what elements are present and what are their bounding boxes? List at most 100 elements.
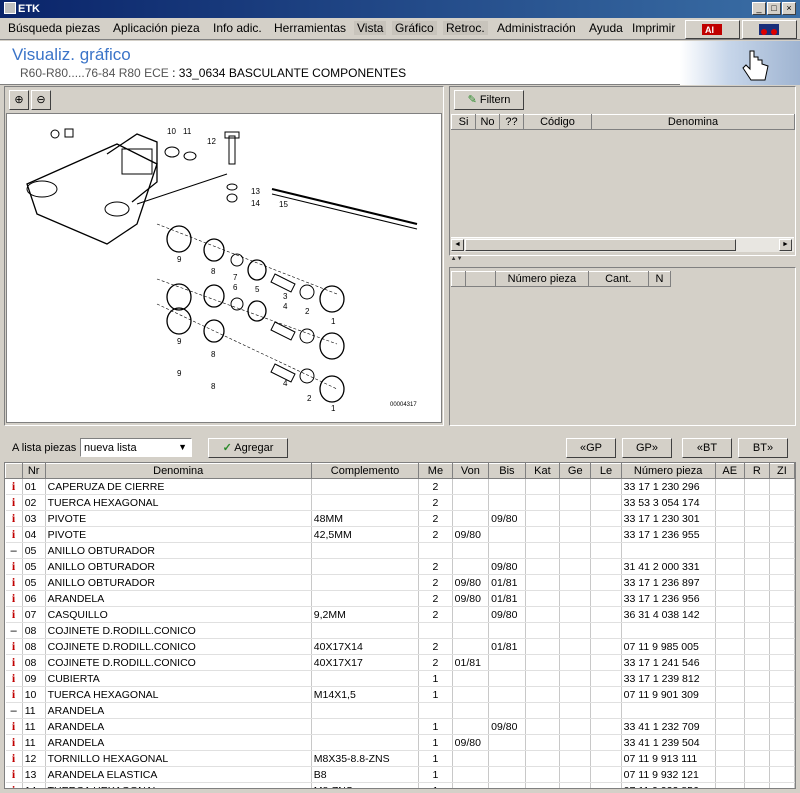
info-icon[interactable]: i xyxy=(5,510,23,527)
col-von[interactable]: Von xyxy=(451,463,490,479)
filter-button[interactable]: ✎ Filtern xyxy=(454,90,524,110)
col-no[interactable]: No xyxy=(475,114,500,130)
table-row[interactable]: i 11 ARANDELA 1 09/80 33 41 1 239 504 xyxy=(5,734,795,751)
list-select[interactable]: nueva lista ▼ xyxy=(80,438,192,457)
info-icon[interactable]: i xyxy=(5,494,23,511)
info-icon[interactable]: i xyxy=(5,574,23,591)
col-kat[interactable]: Kat xyxy=(524,463,561,479)
info-icon[interactable]: i xyxy=(5,526,23,543)
menu-busqueda-piezas[interactable]: Búsqueda piezas xyxy=(5,21,103,35)
table-row[interactable]: –11 ARANDELA xyxy=(5,702,795,719)
col-qq[interactable]: ?? xyxy=(499,114,524,130)
table-row[interactable]: i 04 PIVOTE 42,5MM 2 09/80 33 17 1 236 955 xyxy=(5,526,795,543)
maximize-button[interactable]: □ xyxy=(767,2,781,15)
col-cant[interactable]: Cant. xyxy=(587,271,649,287)
table-row[interactable]: i 10 TUERCA HEXAGONAL M14X1,5 1 07 11 9 901 3… xyxy=(5,686,795,703)
menu-vista[interactable]: Vista xyxy=(354,21,387,35)
minimize-button[interactable]: _ xyxy=(752,2,766,15)
zoom-out-button[interactable]: ⊖ xyxy=(31,90,51,110)
collapse-icon[interactable]: – xyxy=(5,622,23,639)
info-icon[interactable]: i xyxy=(5,558,23,575)
logo-button-moto[interactable] xyxy=(742,20,797,39)
scroll-right-icon[interactable]: ► xyxy=(779,239,792,251)
table-row[interactable]: i 11 ARANDELA 1 09/80 33 41 1 232 709 xyxy=(5,718,795,735)
col-complemento[interactable]: Complemento xyxy=(310,463,420,479)
table-row[interactable]: –08 COJINETE D.RODILL.CONICO xyxy=(5,622,795,639)
horizontal-splitter[interactable]: ▲▼ xyxy=(449,256,796,267)
col-n[interactable]: N xyxy=(647,271,672,287)
menu-imprimir[interactable]: Imprimir xyxy=(629,21,678,35)
table-row[interactable]: i 09 CUBIERTA 1 33 17 1 239 812 xyxy=(5,670,795,687)
table-row[interactable]: i 13 ARANDELA ELASTICA B8 1 07 11 9 932 121 xyxy=(5,766,795,783)
col-me[interactable]: Me xyxy=(418,463,453,479)
collapse-icon[interactable]: – xyxy=(5,702,23,719)
col-ae[interactable]: AE xyxy=(714,463,745,479)
col-denomina[interactable]: Denomina xyxy=(44,463,312,479)
col-ge[interactable]: Ge xyxy=(559,463,592,479)
collapse-icon[interactable]: – xyxy=(5,542,23,559)
col-codigo[interactable]: Código xyxy=(523,114,592,130)
info-icon[interactable]: i xyxy=(5,718,23,735)
table-row[interactable]: i 05 ANILLO OBTURADOR 2 09/80 01/81 33 17 1 23… xyxy=(5,574,795,591)
col-bis[interactable]: Bis xyxy=(488,463,526,479)
table-row[interactable]: i 03 PIVOTE 48MM 2 09/80 33 17 1 230 301 xyxy=(5,510,795,527)
main-horizontal-splitter[interactable] xyxy=(4,426,796,434)
info-icon[interactable]: i xyxy=(5,670,23,687)
col-r[interactable]: R xyxy=(743,463,770,479)
close-window-button[interactable]: × xyxy=(782,2,796,15)
exploded-diagram[interactable]: 10 11 12 13 14 15 9 8 7 6 5 3 4 2 1 9 8 … xyxy=(6,113,442,423)
callout-label: 8 xyxy=(211,267,216,276)
info-icon[interactable]: i xyxy=(5,606,23,623)
table-row[interactable]: i14TUERCA HEXAGONALM8-ZNS1 07 11 9 922 85… xyxy=(5,782,795,788)
add-button[interactable]: ✓ Agregar xyxy=(208,438,288,458)
cell-den: ANILLO OBTURADOR xyxy=(45,558,312,575)
scroll-thumb[interactable] xyxy=(465,239,736,251)
logo-button-ai[interactable]: AI xyxy=(685,20,740,39)
table-row[interactable]: i 08 COJINETE D.RODILL.CONICO 40X17X14 2 01/8… xyxy=(5,638,795,655)
prev-gp-button[interactable]: «GP xyxy=(566,438,616,458)
col-numero-pieza[interactable]: Número pieza xyxy=(495,271,589,287)
menu-info-adic[interactable]: Info adic. xyxy=(210,21,265,35)
info-icon[interactable]: i xyxy=(5,478,23,495)
col-le[interactable]: Le xyxy=(590,463,622,479)
col-nr[interactable]: Nr xyxy=(21,463,46,479)
col-zi[interactable]: ZI xyxy=(768,463,795,479)
col-denomina[interactable]: Denomina xyxy=(591,114,795,130)
scroll-left-icon[interactable]: ◄ xyxy=(451,239,464,251)
col-numero-pieza[interactable]: Número pieza xyxy=(620,463,716,479)
info-icon[interactable]: i xyxy=(5,686,23,703)
table-row[interactable]: i 02 TUERCA HEXAGONAL 2 33 53 3 054 174 xyxy=(5,494,795,511)
menu-aplicacion-pieza[interactable]: Aplicación pieza xyxy=(110,21,203,35)
table-row[interactable]: i 08 COJINETE D.RODILL.CONICO 40X17X17 2 01/8… xyxy=(5,654,795,671)
table-row[interactable]: i 12 TORNILLO HEXAGONAL M8X35-8.8-ZNS 1 07 11… xyxy=(5,750,795,767)
table-row[interactable]: –05 ANILLO OBTURADOR xyxy=(5,542,795,559)
table-row[interactable]: i 07 CASQUILLO 9,2MM 2 09/80 36 31 4 038 142 xyxy=(5,606,795,623)
col-si[interactable]: Si xyxy=(451,114,476,130)
next-bt-button[interactable]: BT» xyxy=(738,438,788,458)
table-row[interactable]: i 06 ARANDELA 2 09/80 01/81 33 17 1 236 956 xyxy=(5,590,795,607)
info-icon[interactable]: i xyxy=(5,590,23,607)
cell-le xyxy=(590,750,622,767)
zoom-in-button[interactable]: ⊕ xyxy=(9,90,29,110)
cell-kat xyxy=(525,558,561,575)
menu-administracion[interactable]: Administración xyxy=(494,21,579,35)
info-icon[interactable]: i xyxy=(5,750,23,767)
menu-grafico[interactable]: Gráfico xyxy=(392,21,437,35)
info-icon[interactable]: i xyxy=(5,734,23,751)
parts-hscrollbar[interactable]: ◄ ► xyxy=(451,237,794,252)
info-icon[interactable]: i xyxy=(5,766,23,783)
menu-herramientas[interactable]: Herramientas xyxy=(271,21,349,35)
group-text: 33_0634 BASCULANTE COMPONENTES xyxy=(178,66,407,80)
callout-label: 7 xyxy=(233,273,238,282)
table-row[interactable]: i 05 ANILLO OBTURADOR 2 09/80 31 41 2 000 331 xyxy=(5,558,795,575)
prev-bt-button[interactable]: «BT xyxy=(682,438,732,458)
cell-nr: 07 xyxy=(22,606,46,623)
next-gp-button[interactable]: GP» xyxy=(622,438,672,458)
info-icon[interactable]: i xyxy=(5,654,23,671)
info-icon[interactable]: i xyxy=(5,782,23,788)
info-icon[interactable]: i xyxy=(5,638,23,655)
menu-retroc[interactable]: Retroc. xyxy=(443,21,488,35)
table-row[interactable]: i 01 CAPERUZA DE CIERRE 2 33 17 1 230 296 xyxy=(5,478,795,495)
menu-ayuda[interactable]: Ayuda xyxy=(586,21,626,35)
cell-me: 2 xyxy=(418,558,453,575)
